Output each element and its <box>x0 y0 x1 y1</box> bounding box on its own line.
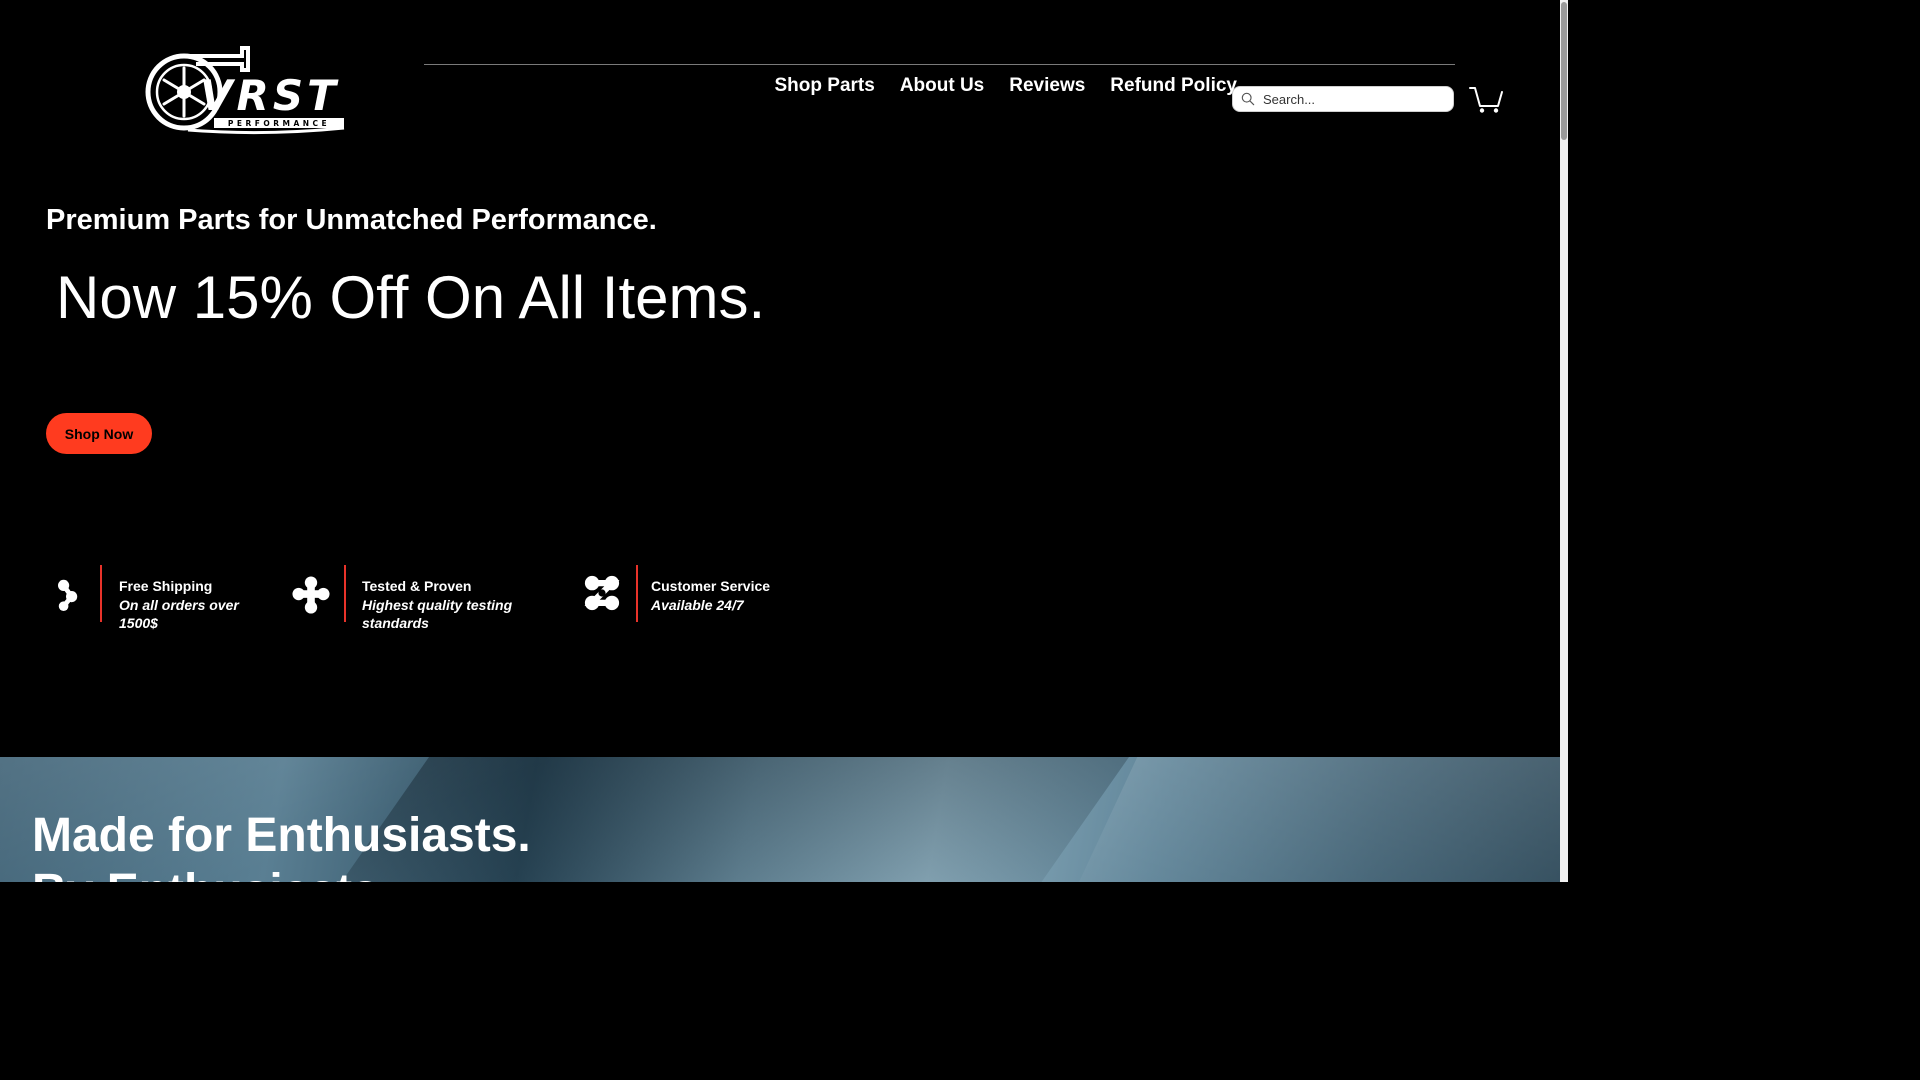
shop-now-button[interactable]: Shop Now <box>46 413 152 454</box>
search-icon[interactable] <box>1241 92 1255 106</box>
feature-free-shipping: Free Shipping On all orders over 1500$ <box>54 565 264 631</box>
feature-subtitle: On all orders over 1500$ <box>119 596 239 632</box>
hero-tagline: Premium Parts for Unmatched Performance. <box>46 204 657 236</box>
banner-line-1: Made for Enthusiasts. <box>32 809 531 862</box>
cart-icon[interactable] <box>1468 84 1504 114</box>
quality-icon <box>292 576 330 614</box>
feature-divider <box>636 565 638 622</box>
banner-line-2: By Enthusiasts. <box>32 865 392 882</box>
main-nav: Shop Parts About Us Reviews Refund Polic… <box>762 72 1249 100</box>
vrst-logo[interactable]: VRST PERFORMANCE <box>144 44 348 138</box>
banner-heading: Made for Enthusiasts. By Enthusiasts. <box>32 808 531 882</box>
page: VRST PERFORMANCE Shop Parts About Us Rev… <box>0 0 1568 882</box>
feature-divider <box>100 565 102 622</box>
promo-headline: Now 15% Off On All Items. <box>56 264 766 331</box>
support-icon <box>584 575 620 611</box>
search-input[interactable] <box>1263 91 1443 107</box>
feature-title: Tested & Proven <box>362 578 472 594</box>
nav-about-us[interactable]: About Us <box>887 72 996 100</box>
scrollbar-thumb[interactable] <box>1561 2 1567 140</box>
nav-refund-policy[interactable]: Refund Policy <box>1098 72 1250 100</box>
feature-customer-service: Customer Service Available 24/7 <box>584 565 824 622</box>
feature-tested-proven: Tested & Proven Highest quality testing … <box>292 565 532 631</box>
feature-title: Customer Service <box>651 578 771 594</box>
feature-subtitle: Available 24/7 <box>651 596 744 613</box>
shipping-icon <box>58 579 78 611</box>
feature-title: Free Shipping <box>119 578 213 594</box>
page-scrollbar[interactable] <box>1560 0 1568 882</box>
logo-subtext: PERFORMANCE <box>228 119 330 128</box>
header-divider <box>424 64 1455 65</box>
feature-divider <box>344 565 346 622</box>
feature-subtitle: Highest quality testing standards <box>362 596 513 632</box>
logo-text: VRST <box>200 71 340 120</box>
nav-reviews[interactable]: Reviews <box>997 72 1098 100</box>
search-box[interactable] <box>1232 86 1454 112</box>
nav-shop-parts[interactable]: Shop Parts <box>762 72 887 100</box>
